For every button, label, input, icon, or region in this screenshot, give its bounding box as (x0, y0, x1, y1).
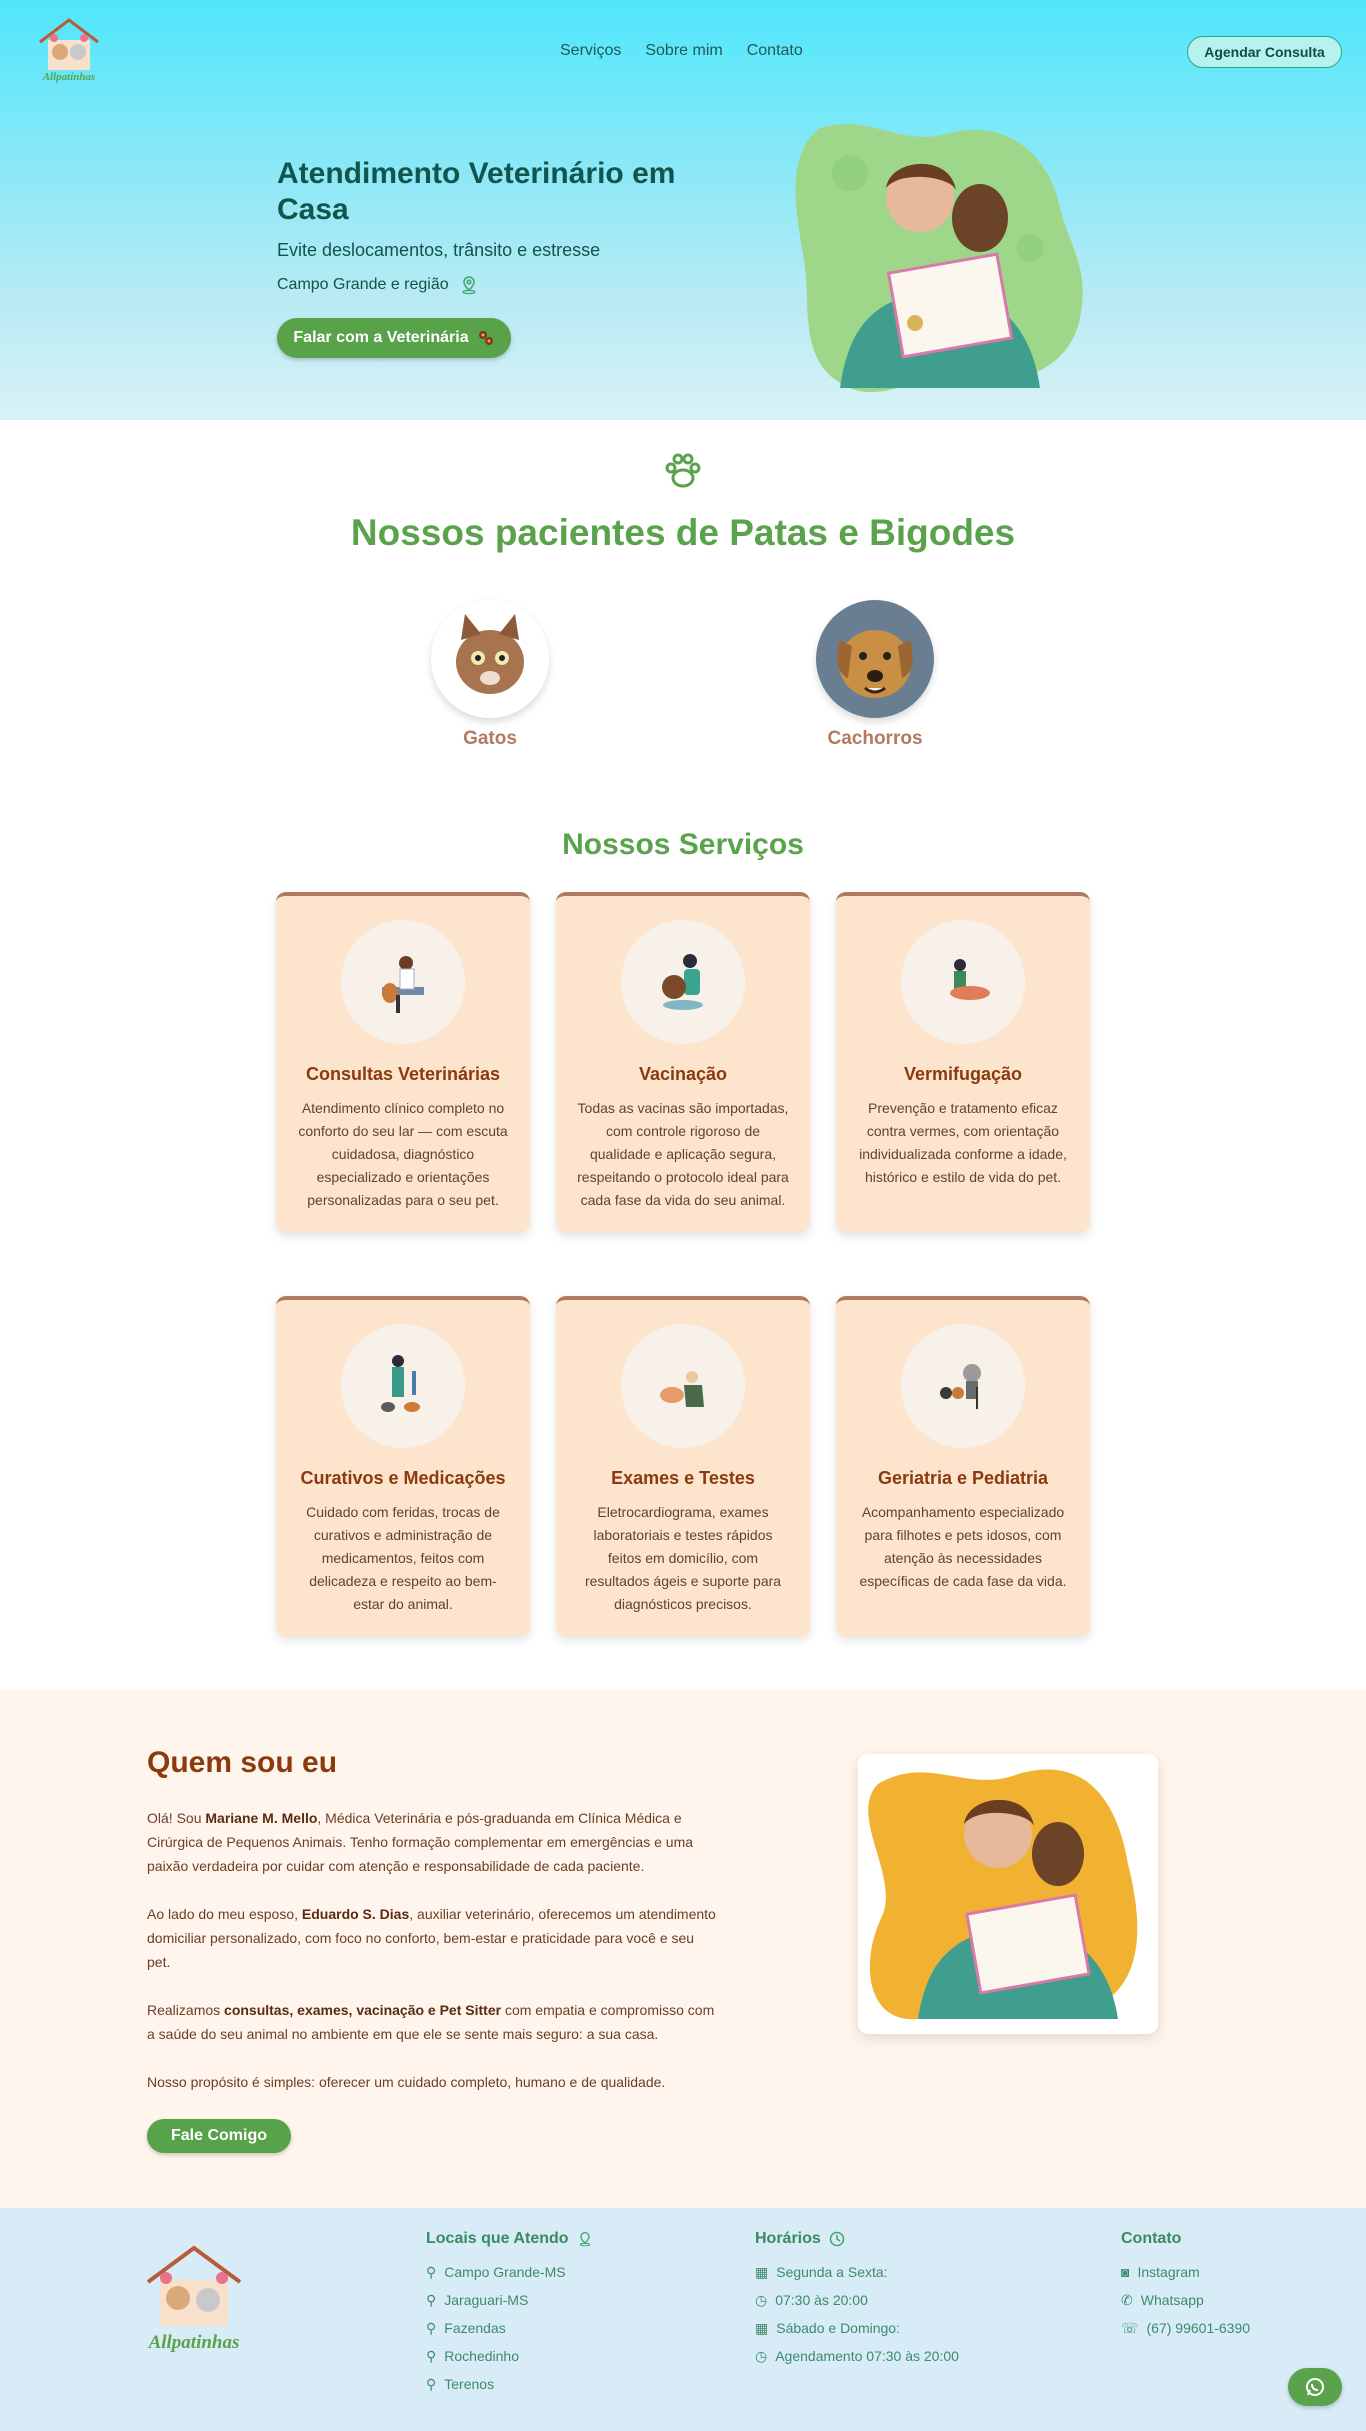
main-nav: Serviços Sobre mim Contato (560, 40, 803, 62)
footer-locations: Locais que Atendo ⚲ Campo Grande-MS ⚲ Jara… (426, 2230, 593, 2398)
pin-icon: ⚲ (426, 2263, 437, 2280)
calendar-icon: ▦ (755, 2263, 769, 2280)
service-card-consultas: Consultas Veterinárias Atendimento clíni… (276, 892, 530, 1232)
service-card-vacinacao: Vacinação Todas as vacinas são importada… (556, 892, 810, 1232)
location-pin-icon (579, 2231, 590, 2247)
vet-hero-photo (795, 124, 1083, 393)
vet-about-photo (858, 1754, 1158, 2034)
svg-text:Allpatinhas: Allpatinhas (42, 71, 96, 83)
deworming-icon (901, 920, 1025, 1044)
service-text: Acompanhamento especializado para filhot… (859, 1504, 1067, 1589)
whatsapp-icon: ✆ (1121, 2291, 1133, 2308)
service-title: Consultas Veterinárias (305, 1064, 501, 1084)
svg-text:Allpatinhas: Allpatinhas (148, 2332, 240, 2353)
hours-heading: Horários (755, 2230, 959, 2248)
allpatinhas-logo[interactable]: Allpatinhas (34, 14, 104, 86)
service-card-exames: Exames e Testes Eletrocardiograma, exame… (556, 1296, 810, 1636)
nav-sobre-mim[interactable]: Sobre mim (645, 40, 722, 62)
footer-contact: Contato ◙ Instagram ✆ Whatsapp ☏ (67) 99601… (1121, 2230, 1250, 2342)
vaccination-icon (621, 920, 745, 1044)
hours-item: ▦ Sábado e Domingo: (755, 2319, 900, 2337)
service-title: Exames e Testes (611, 1468, 755, 1488)
calendar-icon: ▦ (755, 2319, 769, 2336)
location-item: ⚲ Campo Grande-MS (426, 2263, 566, 2281)
about-text: Olá! Sou Mariane M. Mello, Médica Veteri… (147, 1806, 717, 2118)
service-text: Atendimento clínico completo no conforto… (298, 1100, 508, 1208)
service-title: Vermifugação (903, 1064, 1023, 1084)
service-card-geriatria: Geriatria e Pediatria Acompanhamento esp… (836, 1296, 1090, 1636)
location-item: ⚲ Rochedinho (426, 2347, 519, 2365)
service-title: Geriatria e Pediatria (877, 1468, 1049, 1488)
service-text: Eletrocardiograma, exames laboratoriais … (584, 1504, 782, 1612)
nav-servicos[interactable]: Serviços (560, 40, 621, 62)
services-title: Nossos Serviços (562, 828, 804, 861)
clock-icon (829, 2231, 845, 2247)
pin-icon: ⚲ (426, 2347, 437, 2364)
about-paragraph-2: Ao lado do meu esposo, Eduardo S. Dias, … (147, 1906, 716, 1970)
service-text: Todas as vacinas são importadas, com con… (577, 1100, 789, 1208)
cat-photo (431, 600, 549, 718)
service-text: Prevenção e tratamento eficaz contra ver… (859, 1100, 1067, 1185)
hours-item: ◷ 07:30 às 20:00 (755, 2291, 868, 2309)
patient-label-dogs: Cachorros (827, 728, 923, 749)
geriatrics-icon (901, 1324, 1025, 1448)
pin-icon: ⚲ (426, 2375, 437, 2392)
about-paragraph-3: Realizamos consultas, exames, vacinação … (147, 2002, 715, 2042)
whatsapp-float-button[interactable] (1288, 2368, 1342, 2406)
phone-icon: ☏ (1121, 2319, 1139, 2336)
medication-icon (341, 1324, 465, 1448)
location-item: ⚲ Fazendas (426, 2319, 506, 2337)
paws-icon (478, 331, 493, 345)
service-card-vermifugacao: Vermifugação Prevenção e tratamento efic… (836, 892, 1090, 1232)
location-item: ⚲ Jaraguari-MS (426, 2291, 529, 2309)
schedule-appointment-button[interactable]: Agendar Consulta (1187, 36, 1342, 68)
contact-heading: Contato (1121, 2230, 1182, 2247)
about-title: Quem sou eu (147, 1746, 338, 1779)
instagram-icon: ◙ (1121, 2264, 1130, 2280)
about-paragraph-4: Nosso propósito é simples: oferecer um c… (147, 2074, 666, 2090)
talk-to-vet-label: Falar com a Veterinária (293, 329, 469, 346)
service-text: Cuidado com feridas, trocas de curativos… (306, 1504, 500, 1612)
patient-dogs: Cachorros (795, 600, 955, 750)
service-card-curativos: Curativos e Medicações Cuidado com ferid… (276, 1296, 530, 1636)
locations-heading: Locais que Atendo (426, 2230, 593, 2248)
clock-icon: ◷ (755, 2291, 768, 2308)
location-pin-icon (462, 276, 476, 295)
allpatinhas-footer-logo: Allpatinhas (146, 2245, 242, 2353)
location-item: ⚲ Terenos (426, 2375, 495, 2393)
pin-icon: ⚲ (426, 2319, 437, 2336)
contact-me-button[interactable]: Fale Comigo (147, 2119, 291, 2153)
clock-icon: ◷ (755, 2347, 768, 2364)
paw-icon (665, 453, 701, 488)
service-title: Curativos e Medicações (300, 1468, 506, 1488)
hero-section: Allpatinhas Serviços Sobre mim Contato A… (0, 0, 1366, 420)
about-section: Quem sou eu Olá! Sou Mariane M. Mello, M… (0, 1690, 1366, 2208)
hours-item: ▦ Segunda a Sexta: (755, 2263, 888, 2281)
hero-title: Atendimento Veterinário em Casa (277, 157, 676, 226)
pin-icon: ⚲ (426, 2291, 437, 2308)
patients-title: Nossos pacientes de Patas e Bigodes (350, 512, 1016, 553)
footer: Allpatinhas Locais que Atendo ⚲ Campo Gra… (0, 2208, 1366, 2431)
talk-to-vet-button[interactable]: Falar com a Veterinária (277, 318, 511, 358)
vet-consult-icon (341, 920, 465, 1044)
about-paragraph-1: Olá! Sou Mariane M. Mello, Médica Veteri… (147, 1810, 694, 1874)
patient-cats: Gatos (410, 600, 570, 750)
service-title: Vacinação (638, 1064, 728, 1084)
hero-subtitle: Evite deslocamentos, trânsito e estresse (277, 240, 601, 260)
whatsapp-icon (1306, 2378, 1324, 2396)
dog-photo (816, 600, 934, 718)
hero-location: Campo Grande e região (277, 275, 479, 295)
patient-label-cats: Gatos (463, 728, 517, 749)
footer-hours: Horários ▦ Segunda a Sexta: ◷ 07:30 às 20:… (755, 2230, 959, 2370)
hero-location-label: Campo Grande e região (277, 276, 449, 293)
hours-item: ◷ Agendamento 07:30 às 20:00 (755, 2347, 959, 2365)
exams-icon (621, 1324, 745, 1448)
contact-whatsapp[interactable]: ✆ Whatsapp (1121, 2286, 1250, 2314)
nav-contato[interactable]: Contato (747, 40, 803, 62)
contact-instagram[interactable]: ◙ Instagram (1121, 2258, 1250, 2286)
contact-phone[interactable]: ☏ (67) 99601-6390 (1121, 2314, 1250, 2342)
